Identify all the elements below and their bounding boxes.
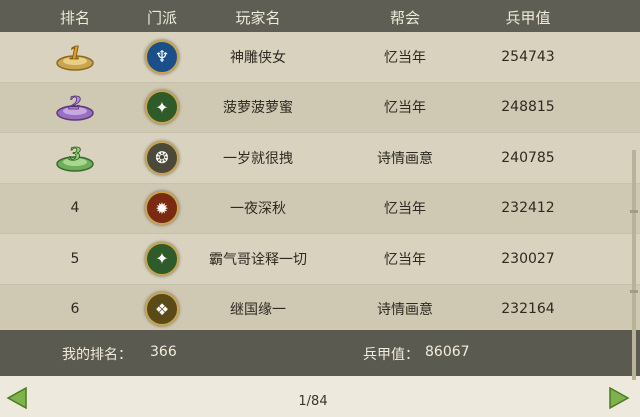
power-value: 248815 xyxy=(501,99,555,116)
player-name: 一夜深秋 xyxy=(230,201,286,218)
rank-number: 6 xyxy=(70,301,80,318)
green-figure-icon: ✦ xyxy=(145,90,179,125)
svg-text:3: 3 xyxy=(69,144,82,165)
player-name: 神雕侠女 xyxy=(230,49,286,66)
power-value: 230027 xyxy=(501,250,555,267)
svg-text:1: 1 xyxy=(69,43,82,64)
table-row[interactable]: 6 ❖ 继国缘一 诗情画意 232164 xyxy=(0,284,640,335)
header-sect: 门派 xyxy=(146,9,178,27)
my-rank-label: 我的排名： xyxy=(62,347,132,363)
gold-emblem-icon: ❖ xyxy=(145,292,179,327)
leaderboard-panel: 排名 门派 玩家名 帮会 兵甲值 1 ♆ 神雕侠女 忆当年 254743 2 ✦… xyxy=(0,0,640,417)
header-player: 玩家名 xyxy=(235,9,281,27)
rank-number: 4 xyxy=(70,200,80,217)
my-power-value: 86067 xyxy=(425,344,470,360)
table-row[interactable]: 3 ❂ 一岁就很拽 诗情画意 240785 xyxy=(0,133,640,184)
guild-name: 诗情画意 xyxy=(377,302,433,319)
player-name: 一岁就很拽 xyxy=(223,150,293,167)
power-value: 240785 xyxy=(501,149,555,166)
player-name: 菠萝菠萝蜜 xyxy=(223,100,293,117)
header-guild: 帮会 xyxy=(389,9,421,27)
table-row[interactable]: 2 ✦ 菠萝菠萝蜜 忆当年 248815 xyxy=(0,82,640,133)
my-rank-value: 366 xyxy=(150,344,177,360)
my-ranking-bar: 我的排名： 366 兵甲值： 86067 xyxy=(0,330,640,376)
table-header: 排名 门派 玩家名 帮会 兵甲值 xyxy=(0,0,640,32)
purple-medal-icon: 2 xyxy=(56,93,94,121)
bamboo-decoration-icon xyxy=(630,150,638,380)
svg-text:2: 2 xyxy=(68,93,82,114)
guild-name: 诗情画意 xyxy=(377,150,433,167)
player-name: 霸气哥诠释一切 xyxy=(209,251,307,268)
power-value: 232412 xyxy=(501,200,555,217)
my-power-label: 兵甲值： xyxy=(363,347,419,363)
rank-number: 5 xyxy=(70,250,80,267)
blue-spirit-icon: ♆ xyxy=(145,39,179,74)
flame-icon: ✹ xyxy=(145,191,179,226)
guild-name: 忆当年 xyxy=(384,251,426,268)
pagination-footer: 1/84 xyxy=(0,376,640,417)
next-page-arrow-icon[interactable] xyxy=(604,384,632,412)
ranking-list: 1 ♆ 神雕侠女 忆当年 254743 2 ✦ 菠萝菠萝蜜 忆当年 248815… xyxy=(0,32,640,335)
player-name: 继国缘一 xyxy=(230,302,286,319)
green-medal-icon: 3 xyxy=(56,143,94,172)
gold-medal-icon: 1 xyxy=(56,42,94,71)
table-row[interactable]: 4 ✹ 一夜深秋 忆当年 232412 xyxy=(0,183,640,234)
header-rank: 排名 xyxy=(59,9,91,27)
guild-name: 忆当年 xyxy=(384,100,426,117)
table-row[interactable]: 5 ✦ 霸气哥诠释一切 忆当年 230027 xyxy=(0,234,640,285)
power-value: 254743 xyxy=(501,48,555,65)
green-figure-icon: ✦ xyxy=(145,241,179,276)
guild-name: 忆当年 xyxy=(384,201,426,218)
prev-page-arrow-icon[interactable] xyxy=(4,384,32,412)
guild-name: 忆当年 xyxy=(384,49,426,66)
power-value: 232164 xyxy=(501,301,555,318)
header-power: 兵甲值 xyxy=(505,9,551,27)
page-indicator: 1/84 xyxy=(298,394,328,409)
beast-icon: ❂ xyxy=(145,140,179,175)
table-row[interactable]: 1 ♆ 神雕侠女 忆当年 254743 xyxy=(0,32,640,83)
